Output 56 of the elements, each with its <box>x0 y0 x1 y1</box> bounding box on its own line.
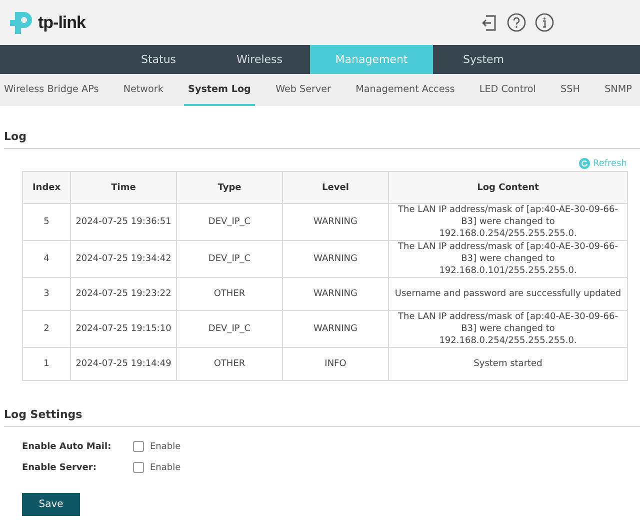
table-cell: WARNING <box>282 204 388 240</box>
sub-tab[interactable]: LED Control <box>475 74 540 106</box>
table-cell: The LAN IP address/mask of [ap:40-AE-30-09-66-B3] were changed to 192.168.0.254/255.255.255.0. <box>388 310 628 348</box>
info-icon[interactable] <box>535 13 554 32</box>
table-cell: The LAN IP address/mask of [ap:40-AE-30-09-66-B3] were changed to 192.168.0.254/255.255.255.0. <box>388 204 628 240</box>
table-cell: INFO <box>282 348 388 380</box>
sub-tab[interactable]: Wireless Bridge APs <box>0 74 103 106</box>
logo-icon <box>9 10 35 36</box>
refresh-icon <box>579 158 590 169</box>
table-cell: DEV_IP_C <box>176 310 282 348</box>
sub-tab[interactable]: Web Server <box>272 74 335 106</box>
checkbox[interactable] <box>133 462 144 473</box>
table-cell: 2024-07-25 19:34:42 <box>70 240 176 278</box>
checkbox[interactable] <box>133 441 144 452</box>
table-cell: DEV_IP_C <box>176 240 282 278</box>
column-header: Time <box>70 172 176 204</box>
column-header: Type <box>176 172 282 204</box>
table-cell: 2 <box>22 310 70 348</box>
column-header: Index <box>22 172 70 204</box>
section-title: Log <box>4 130 640 149</box>
table-cell: 2024-07-25 19:23:22 <box>70 278 176 310</box>
table-cell: Username and password are successfully updated <box>388 278 628 310</box>
field-label: Enable Auto Mail: <box>22 442 112 452</box>
sub-tab[interactable]: System Log <box>184 74 255 106</box>
field-label: Enable Server: <box>22 462 98 472</box>
help-icon[interactable] <box>507 13 526 32</box>
section-title: Log Settings <box>4 408 640 427</box>
table-cell: 2024-07-25 19:14:49 <box>70 348 176 380</box>
table-cell: WARNING <box>282 240 388 278</box>
table-cell: System started <box>388 348 628 380</box>
logout-icon[interactable] <box>480 14 498 32</box>
enable-checkbox[interactable]: Enable <box>133 462 181 473</box>
nav-tab[interactable]: Status <box>108 45 209 74</box>
column-header: Level <box>282 172 388 204</box>
column-header: Log Content <box>388 172 628 204</box>
logo-text: tp-link <box>38 12 86 32</box>
table-cell: The LAN IP address/mask of [ap:40-AE-30-09-66-B3] were changed to 192.168.0.101/255.255.255.0. <box>388 240 628 278</box>
table-cell: 4 <box>22 240 70 278</box>
table-cell: 2024-07-25 19:15:10 <box>70 310 176 348</box>
table-cell: 1 <box>22 348 70 380</box>
table-cell: DEV_IP_C <box>176 204 282 240</box>
table-cell: OTHER <box>176 348 282 380</box>
sub-tab[interactable]: SSH <box>556 74 584 106</box>
table-cell: WARNING <box>282 310 388 348</box>
sub-tab[interactable]: SNMP <box>600 74 636 106</box>
table-cell: 3 <box>22 278 70 310</box>
sub-tab[interactable]: Management Access <box>352 74 459 106</box>
nav-tab[interactable]: System <box>433 45 534 74</box>
sub-tab[interactable]: Network <box>119 74 168 106</box>
table-cell: OTHER <box>176 278 282 310</box>
table-cell: 2024-07-25 19:36:51 <box>70 204 176 240</box>
enable-checkbox[interactable]: Enable <box>133 441 181 452</box>
save-button[interactable]: Save <box>22 493 80 516</box>
nav-tab[interactable]: Wireless <box>209 45 310 74</box>
table-cell: WARNING <box>282 278 388 310</box>
table-cell: 5 <box>22 204 70 240</box>
